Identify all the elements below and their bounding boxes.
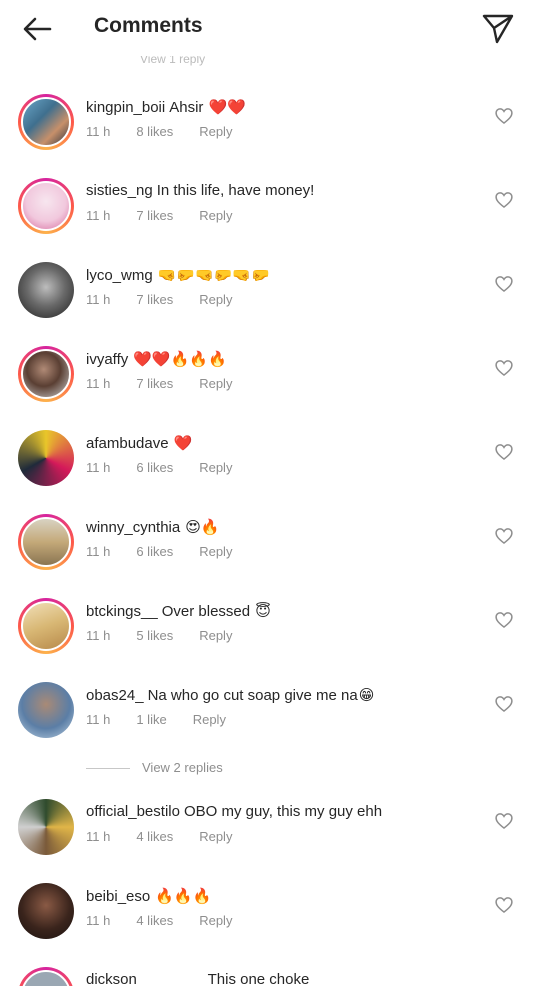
reply-button[interactable]: Reply xyxy=(193,712,226,727)
partial-view-reply-link[interactable]: View 1 reply xyxy=(140,56,205,68)
comment-likes[interactable]: 7 likes xyxy=(136,208,173,223)
avatar[interactable] xyxy=(18,94,74,150)
comment-time: 11 h xyxy=(86,628,111,643)
comment-time: 11 h xyxy=(86,544,111,559)
avatar[interactable] xyxy=(18,178,74,234)
comment-likes[interactable]: 1 like xyxy=(136,712,166,727)
avatar[interactable] xyxy=(18,514,74,570)
comment-time: 11 h xyxy=(86,712,111,727)
comment-text: Na who go cut soap give me na xyxy=(147,687,358,704)
heart-outline-icon[interactable] xyxy=(494,274,514,294)
heart-outline-icon[interactable] xyxy=(494,895,514,915)
heart-outline-icon[interactable] xyxy=(494,811,514,831)
comment-row: sisties_ng In this life, have money! 11 h… xyxy=(0,178,540,262)
page-title: Comments xyxy=(94,14,203,37)
comment-time: 11 h xyxy=(86,208,111,223)
reply-button[interactable]: Reply xyxy=(199,829,232,844)
comment-row: kingpin_boii Ahsir ❤️❤️ 11 h 8 likes Reply xyxy=(0,94,540,178)
avatar[interactable] xyxy=(18,967,74,986)
comment-username[interactable]: kingpin_boii xyxy=(86,99,165,116)
comment-likes[interactable]: 8 likes xyxy=(136,124,173,139)
comment-row: official_bestilo OBO my guy, this my guy … xyxy=(0,799,540,883)
heart-outline-icon[interactable] xyxy=(494,526,514,546)
comment-emoji: 🔥🔥🔥 xyxy=(155,888,212,905)
comment-likes[interactable]: 7 likes xyxy=(136,292,173,307)
reply-button[interactable]: Reply xyxy=(199,124,232,139)
comment-emoji: 😍🔥 xyxy=(185,519,220,536)
comment-emoji: 🤜🤛🤜🤛🤜🤛 xyxy=(157,267,270,284)
comment-row: obas24_ Na who go cut soap give me na😁 11… xyxy=(0,682,540,766)
comment-time: 11 h xyxy=(86,829,111,844)
comment-emoji: ❤️❤️ xyxy=(208,99,246,116)
comment-emoji: 😇 xyxy=(255,603,271,620)
reply-button[interactable]: Reply xyxy=(199,208,232,223)
comment-likes[interactable]: 4 likes xyxy=(136,913,173,928)
reply-button[interactable]: Reply xyxy=(199,376,232,391)
comment-username[interactable]: btckings__ xyxy=(86,603,158,620)
divider xyxy=(86,768,130,770)
avatar[interactable] xyxy=(18,598,74,654)
reply-button[interactable]: Reply xyxy=(199,628,232,643)
comment-time: 11 h xyxy=(86,913,111,928)
heart-outline-icon[interactable] xyxy=(494,442,514,462)
heart-outline-icon[interactable] xyxy=(494,358,514,378)
reply-button[interactable]: Reply xyxy=(199,913,232,928)
comment-text: This one choke xyxy=(207,971,310,986)
reply-button[interactable]: Reply xyxy=(199,544,232,559)
avatar[interactable] xyxy=(18,262,74,318)
heart-outline-icon[interactable] xyxy=(494,106,514,126)
comment-username[interactable]: sisties_ng xyxy=(86,182,153,199)
comment-likes[interactable]: 5 likes xyxy=(136,628,173,643)
comment-emoji: 😁 xyxy=(358,687,375,704)
arrow-left-icon[interactable] xyxy=(20,12,54,46)
heart-outline-icon[interactable] xyxy=(494,694,514,714)
avatar[interactable] xyxy=(18,883,74,939)
comment-text: In this life, have money! xyxy=(156,182,315,199)
comment-emoji: ❤️❤️🔥🔥🔥 xyxy=(133,351,227,368)
comment-time: 11 h xyxy=(86,460,111,475)
reply-button[interactable]: Reply xyxy=(199,292,232,307)
reply-button[interactable]: Reply xyxy=(199,460,232,475)
comment-likes[interactable]: 4 likes xyxy=(136,829,173,844)
comment-text: Over blessed xyxy=(161,603,251,620)
comment-username[interactable]: dickson________ xyxy=(86,971,204,986)
top-bar: Comments xyxy=(0,0,540,56)
comment-time: 11 h xyxy=(86,292,111,307)
comment-username[interactable]: lyco_wmg xyxy=(86,267,153,284)
comment-username[interactable]: beibi_eso xyxy=(86,888,150,905)
avatar[interactable] xyxy=(18,682,74,738)
comment-row: dickson________ This one choke xyxy=(0,967,540,986)
view-replies-link[interactable]: View 2 replies xyxy=(86,760,223,775)
comment-row: afambudave ❤️ 11 h 6 likes Reply xyxy=(0,430,540,514)
comment-time: 11 h xyxy=(86,376,111,391)
view-replies-label: View 2 replies xyxy=(142,760,223,775)
avatar[interactable] xyxy=(18,799,74,855)
comment-time: 11 h xyxy=(86,124,111,139)
comment-likes[interactable]: 6 likes xyxy=(136,544,173,559)
comment-row: ivyaffy ❤️❤️🔥🔥🔥 11 h 7 likes Reply xyxy=(0,346,540,430)
comment-row: btckings__ Over blessed 😇 11 h 5 likes Repl… xyxy=(0,598,540,682)
comment-emoji: ❤️ xyxy=(173,435,193,452)
comment-row: beibi_eso 🔥🔥🔥 11 h 4 likes Reply xyxy=(0,883,540,967)
comment-username[interactable]: winny_cynthia xyxy=(86,519,180,536)
comment-likes[interactable]: 6 likes xyxy=(136,460,173,475)
avatar[interactable] xyxy=(18,430,74,486)
comment-row: winny_cynthia 😍🔥 11 h 6 likes Reply xyxy=(0,514,540,598)
comment-text: Ahsir xyxy=(169,99,204,116)
comment-row: lyco_wmg 🤜🤛🤜🤛🤜🤛 11 h 7 likes Reply xyxy=(0,262,540,346)
comment-username[interactable]: afambudave xyxy=(86,435,169,452)
avatar[interactable] xyxy=(18,346,74,402)
heart-outline-icon[interactable] xyxy=(494,190,514,210)
comment-username[interactable]: ivyaffy xyxy=(86,351,128,368)
comment-username[interactable]: obas24_ xyxy=(86,687,144,704)
comment-likes[interactable]: 7 likes xyxy=(136,376,173,391)
heart-outline-icon[interactable] xyxy=(494,610,514,630)
paper-plane-icon[interactable] xyxy=(480,10,516,46)
comment-username[interactable]: official_bestilo xyxy=(86,803,180,820)
comment-text: OBO my guy, this my guy ehh xyxy=(183,803,383,820)
